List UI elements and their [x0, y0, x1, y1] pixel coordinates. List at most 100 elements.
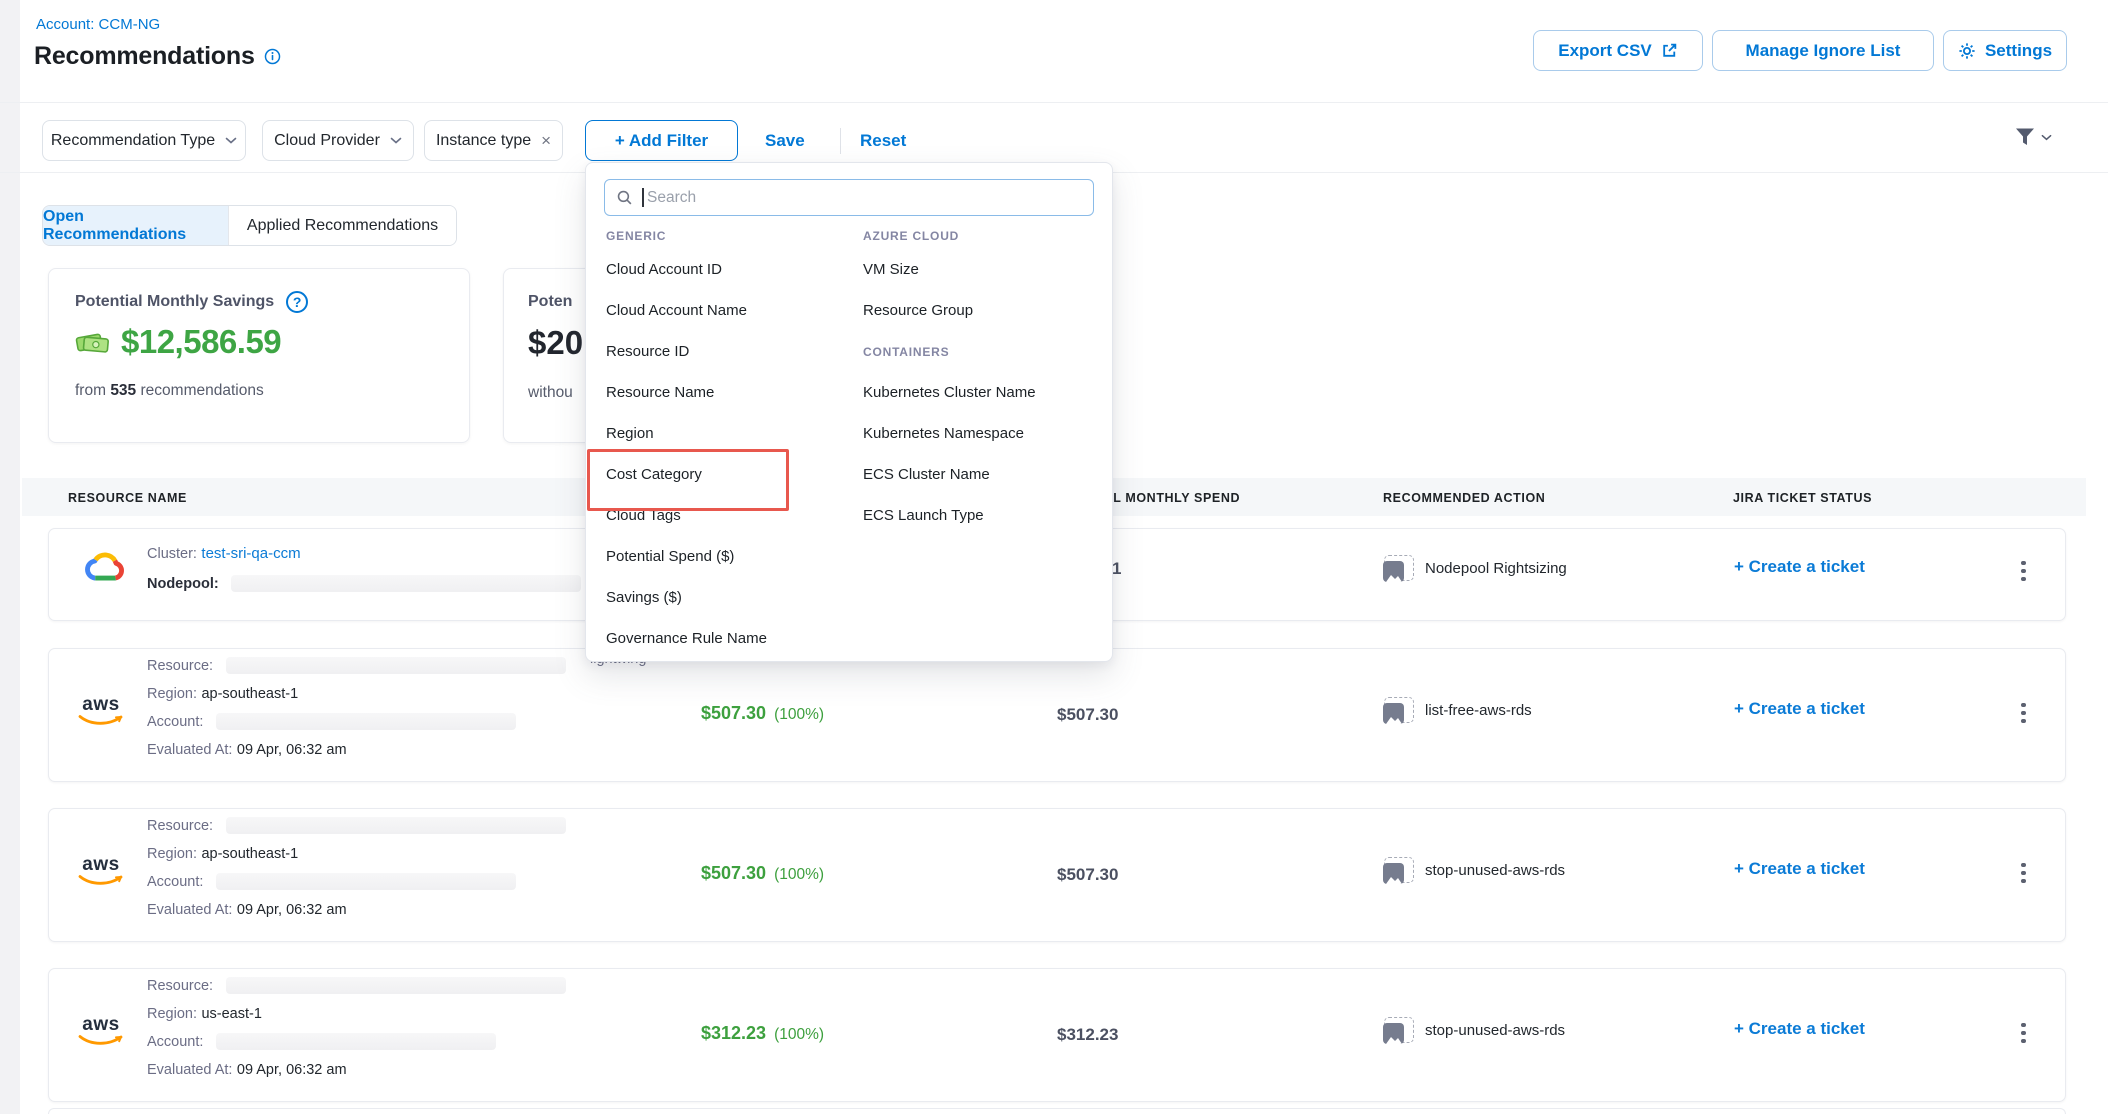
table-row[interactable]: aws Resource: Region: ap-southeast-1 Acc… — [48, 808, 2066, 942]
table-row[interactable]: aws Resource: Region: us-east-1 Account:… — [48, 968, 2066, 1102]
add-filter-dropdown: GENERIC Cloud Account ID Cloud Account N… — [585, 162, 1113, 662]
chip-label: Instance type — [436, 132, 531, 150]
action-label: stop-unused-aws-rds — [1425, 862, 1565, 879]
cluster-line: Cluster: test-sri-qa-ccm — [147, 545, 301, 563]
settings-label: Settings — [1985, 41, 2052, 61]
manage-ignore-list-button[interactable]: Manage Ignore List — [1712, 30, 1934, 71]
account-line: Account: — [147, 873, 516, 891]
savings-value: $312.23 — [701, 1023, 766, 1044]
evaluated-line: Evaluated At: 09 Apr, 06:32 am — [147, 741, 347, 759]
savings-amount: $12,586.59 — [121, 323, 281, 361]
tab-open-recommendations[interactable]: Open Recommendations — [43, 206, 228, 245]
column-jira-ticket-status: JIRA TICKET STATUS — [1733, 491, 1872, 505]
filter-panel-toggle[interactable] — [2014, 127, 2052, 147]
redacted-nodepool-value — [231, 575, 581, 592]
add-filter-button[interactable]: + Add Filter — [585, 120, 738, 161]
region-value: us-east-1 — [201, 1006, 261, 1022]
filter-option-resource-id[interactable]: Resource ID — [606, 343, 689, 360]
account-line: Account: — [147, 713, 516, 731]
filter-option-ecs-launch-type[interactable]: ECS Launch Type — [863, 507, 984, 524]
tab-applied-recommendations[interactable]: Applied Recommendations — [228, 206, 456, 245]
filter-chip-recommendation-type[interactable]: Recommendation Type — [42, 120, 246, 161]
filter-option-governance-rule-name[interactable]: Governance Rule Name — [606, 630, 767, 647]
left-margin-strip — [0, 0, 20, 1114]
create-ticket-link[interactable]: + Create a ticket — [1734, 557, 1865, 577]
filter-option-vm-size[interactable]: VM Size — [863, 261, 919, 278]
page-title-row: Recommendations — [34, 42, 281, 71]
cluster-label: Cluster: — [147, 546, 197, 562]
close-icon[interactable]: × — [541, 132, 551, 149]
search-icon — [616, 189, 633, 211]
recommended-action: list-free-aws-rds — [1384, 697, 1532, 723]
action-label: list-free-aws-rds — [1425, 702, 1532, 719]
filter-chip-instance-type[interactable]: Instance type × — [424, 120, 563, 161]
cluster-name-link[interactable]: test-sri-qa-ccm — [201, 545, 300, 562]
row-menu-button[interactable] — [2015, 697, 2032, 729]
evaluated-value: 09 Apr, 06:32 am — [237, 902, 347, 918]
breadcrumb[interactable]: Account: CCM-NG — [36, 16, 160, 33]
settings-button[interactable]: Settings — [1943, 30, 2067, 71]
filter-option-region[interactable]: Region — [606, 425, 654, 442]
region-line: Region: ap-southeast-1 — [147, 685, 298, 703]
evaluated-value: 09 Apr, 06:32 am — [237, 742, 347, 758]
gear-icon — [1958, 42, 1976, 60]
total-spend-value: $507.30 — [1057, 865, 1118, 885]
create-ticket-link[interactable]: + Create a ticket — [1734, 699, 1865, 719]
save-filter-link[interactable]: Save — [765, 131, 805, 151]
redacted-account-value — [216, 1033, 496, 1050]
aws-wordmark: aws — [82, 1015, 119, 1034]
evaluated-label: Evaluated At: — [147, 742, 232, 758]
external-link-icon — [1661, 42, 1678, 59]
region-label: Region: — [147, 846, 197, 862]
monthly-savings-cell: $312.23 (100%) — [701, 1023, 824, 1044]
help-icon[interactable]: ? — [286, 291, 308, 313]
total-spend-value: $507.30 — [1057, 705, 1118, 725]
filter-option-resource-name[interactable]: Resource Name — [606, 384, 714, 401]
filter-option-cloud-account-id[interactable]: Cloud Account ID — [606, 261, 722, 278]
group-title-generic: GENERIC — [606, 229, 666, 243]
filter-option-savings[interactable]: Savings ($) — [606, 589, 682, 606]
region-line: Region: us-east-1 — [147, 1005, 262, 1023]
table-row[interactable]: aws lightwing Resource: Region: ap-south… — [48, 648, 2066, 782]
banknotes-icon — [75, 329, 111, 355]
evaluated-line: Evaluated At: 09 Apr, 06:32 am — [147, 901, 347, 919]
savings-amount-row: $12,586.59 — [75, 323, 281, 361]
aws-icon: aws — [76, 855, 126, 887]
row-menu-button[interactable] — [2015, 857, 2032, 889]
export-csv-label: Export CSV — [1558, 41, 1652, 61]
region-label: Region: — [147, 1006, 197, 1022]
recommendations-tabs: Open Recommendations Applied Recommendat… — [42, 205, 457, 246]
row-menu-button[interactable] — [2015, 1017, 2032, 1049]
filter-option-potential-spend[interactable]: Potential Spend ($) — [606, 548, 734, 565]
info-icon[interactable] — [264, 48, 281, 65]
export-csv-button[interactable]: Export CSV — [1533, 30, 1703, 71]
savings-subtitle: from 535 recommendations — [75, 382, 264, 400]
savings-card-header: Potential Monthly Savings ? — [75, 291, 308, 313]
filter-option-cloud-account-name[interactable]: Cloud Account Name — [606, 302, 747, 319]
image-placeholder-icon — [1384, 857, 1414, 883]
total-spend-value: $312.23 — [1057, 1025, 1118, 1045]
filter-option-kubernetes-cluster-name[interactable]: Kubernetes Cluster Name — [863, 384, 1036, 401]
row-menu-button[interactable] — [2015, 555, 2032, 587]
action-label: Nodepool Rightsizing — [1425, 560, 1567, 577]
search-input[interactable] — [604, 179, 1094, 216]
evaluated-label: Evaluated At: — [147, 1062, 232, 1078]
resource-label: Resource: — [147, 978, 213, 994]
spend-card-amount-partial: $20 — [528, 324, 583, 362]
aws-wordmark: aws — [82, 695, 119, 714]
image-placeholder-icon — [1384, 1017, 1414, 1043]
page-title: Recommendations — [34, 42, 255, 71]
create-ticket-link[interactable]: + Create a ticket — [1734, 1019, 1865, 1039]
chip-label: Cloud Provider — [274, 132, 380, 150]
filter-option-ecs-cluster-name[interactable]: ECS Cluster Name — [863, 466, 990, 483]
region-value: ap-southeast-1 — [201, 846, 298, 862]
gcp-cloud-icon — [83, 551, 127, 589]
savings-card-title: Potential Monthly Savings — [75, 293, 274, 311]
create-ticket-link[interactable]: + Create a ticket — [1734, 859, 1865, 879]
filter-option-kubernetes-namespace[interactable]: Kubernetes Namespace — [863, 425, 1024, 442]
filter-option-resource-group[interactable]: Resource Group — [863, 302, 973, 319]
filter-chip-cloud-provider[interactable]: Cloud Provider — [262, 120, 414, 161]
filter-links-divider — [840, 128, 841, 154]
action-label: stop-unused-aws-rds — [1425, 1022, 1565, 1039]
reset-filter-link[interactable]: Reset — [860, 131, 906, 151]
